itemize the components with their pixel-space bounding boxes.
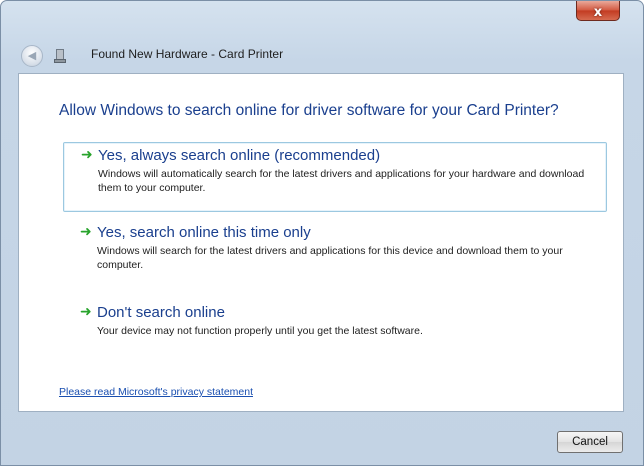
option-dont-search[interactable]: ➜ Don't search online Your device may no… (63, 300, 607, 346)
option-description: Your device may not function properly un… (97, 325, 423, 337)
hardware-icon (53, 48, 67, 64)
green-arrow-icon: ➜ (80, 224, 92, 240)
option-description: Windows will automatically search for th… (98, 168, 585, 194)
close-icon: x (593, 5, 603, 20)
privacy-statement-link[interactable]: Please read Microsoft's privacy statemen… (59, 386, 253, 398)
option-title: Don't search online (97, 304, 225, 321)
window-title: Found New Hardware - Card Printer (91, 47, 284, 61)
option-title: Yes, search online this time only (97, 224, 311, 241)
option-description: Windows will search for the latest drive… (97, 245, 563, 271)
cancel-button[interactable]: Cancel (557, 431, 623, 453)
option-always-search[interactable]: ➜ Yes, always search online (recommended… (63, 142, 607, 212)
option-search-once[interactable]: ➜ Yes, search online this time only Wind… (63, 220, 607, 280)
back-button[interactable]: ◀ (21, 45, 43, 67)
dialog-heading: Allow Windows to search online for drive… (59, 102, 559, 119)
dialog-window: x ◀ Found New Hardware - Card Printer Al… (0, 0, 644, 466)
close-button[interactable]: x (576, 1, 620, 21)
back-arrow-icon: ◀ (27, 49, 37, 62)
option-title: Yes, always search online (recommended) (98, 147, 381, 164)
green-arrow-icon: ➜ (80, 304, 92, 320)
green-arrow-icon: ➜ (81, 147, 93, 163)
content-panel: Allow Windows to search online for drive… (18, 73, 624, 412)
